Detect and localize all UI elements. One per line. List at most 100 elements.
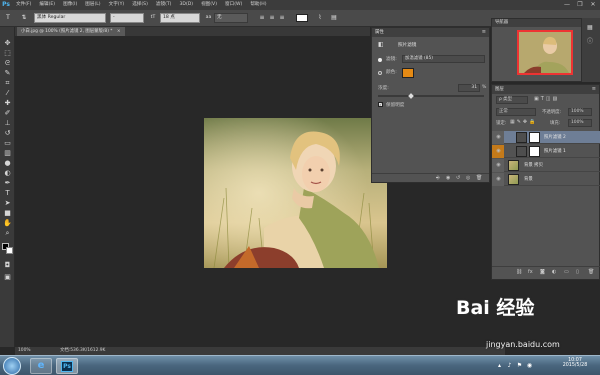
tray-volume-icon[interactable]: ♪ — [506, 362, 513, 369]
tray-network-icon[interactable]: ▴ — [496, 362, 503, 369]
layer-row[interactable]: ◉ 背景 拷贝 — [492, 159, 600, 172]
color-radio[interactable] — [378, 71, 382, 75]
blend-mode-select[interactable]: 正常 — [496, 108, 536, 116]
density-input[interactable]: 31 — [458, 84, 480, 92]
lasso-tool-icon[interactable]: ᘓ — [2, 59, 13, 68]
align-left-icon[interactable]: ≡ — [258, 14, 266, 22]
clock[interactable]: 10:07 2015/5/28 — [560, 358, 590, 368]
align-right-icon[interactable]: ≡ — [278, 14, 286, 22]
close-button[interactable]: ✕ — [588, 1, 598, 9]
density-slider-track[interactable] — [378, 95, 484, 97]
eye-icon[interactable]: ◉ — [495, 176, 502, 183]
filter-radio[interactable] — [378, 58, 382, 62]
filter-color-swatch[interactable] — [402, 68, 414, 78]
zoom-tool-icon[interactable]: ⌕ — [2, 229, 13, 238]
layer-style-icon[interactable]: fx — [528, 269, 533, 275]
eye-icon[interactable]: ◉ — [495, 162, 502, 169]
orientation-toggle-icon[interactable]: ⇅ — [20, 14, 28, 22]
blur-tool-icon[interactable]: ● — [2, 159, 13, 168]
filter-select[interactable]: 加温滤镜 (85) — [402, 55, 485, 63]
visibility-icon[interactable]: ◎ — [466, 175, 470, 181]
anti-alias-select[interactable]: 无 — [214, 13, 248, 23]
reset-icon[interactable]: ↺ — [456, 175, 460, 181]
add-mask-icon[interactable]: ◙ — [540, 269, 545, 275]
panel-menu-icon[interactable]: ≡ — [482, 29, 486, 35]
navigator-preview[interactable] — [517, 30, 573, 75]
eraser-tool-icon[interactable]: ▭ — [2, 139, 13, 148]
layer-visibility-cell[interactable]: ◉ — [492, 131, 504, 144]
new-group-icon[interactable]: ▭ — [564, 269, 569, 275]
text-color-swatch[interactable] — [296, 14, 308, 22]
font-family-select[interactable]: 黑体 Regular — [34, 13, 106, 23]
fill-input[interactable]: 100% — [568, 119, 592, 127]
view-previous-icon[interactable]: ◉ — [446, 175, 450, 181]
shape-tool-icon[interactable]: ■ — [2, 209, 13, 218]
opacity-input[interactable]: 100% — [568, 108, 592, 116]
properties-tab[interactable]: 属性 — [375, 28, 384, 37]
menu-item[interactable]: 图层(L) — [81, 0, 104, 10]
layer-visibility-cell[interactable]: ◉ — [492, 145, 504, 158]
density-slider-thumb[interactable] — [408, 93, 414, 99]
layers-menu-icon[interactable]: ≡ — [592, 86, 596, 92]
eye-icon[interactable]: ◉ — [495, 134, 502, 141]
history-brush-tool-icon[interactable]: ↺ — [2, 129, 13, 138]
menu-item[interactable]: 文件(F) — [12, 0, 35, 10]
layer-visibility-cell[interactable]: ◉ — [492, 159, 504, 172]
navigator-tab[interactable]: 导航器 — [495, 19, 508, 27]
document-tab-close-icon[interactable]: × — [117, 29, 121, 34]
font-size-select[interactable]: 18 点 — [160, 13, 200, 23]
delete-icon[interactable]: 🗑 — [476, 175, 482, 181]
path-select-tool-icon[interactable]: ➤ — [2, 199, 13, 208]
gradient-tool-icon[interactable]: ▥ — [2, 149, 13, 158]
marquee-tool-icon[interactable]: ⬚ — [2, 49, 13, 58]
layer-filter-icons[interactable]: ▣T◫▨ — [534, 96, 559, 102]
restore-button[interactable]: ❐ — [575, 1, 585, 9]
layer-visibility-cell[interactable]: ◉ — [492, 173, 504, 186]
menu-item[interactable]: 选择(S) — [128, 0, 152, 10]
new-layer-icon[interactable]: ▯ — [576, 269, 579, 275]
layer-row[interactable]: ◉ 背景 — [492, 173, 600, 186]
taskbar-ie-button[interactable]: e — [30, 358, 52, 374]
type-tool-icon[interactable]: T — [4, 14, 12, 22]
hand-tool-icon[interactable]: ✋ — [2, 219, 13, 228]
tray-flag-icon[interactable]: ⚑ — [516, 362, 523, 369]
preserve-luminosity-checkbox[interactable]: ✓ — [378, 102, 383, 107]
pen-tool-icon[interactable]: ✒ — [2, 179, 13, 188]
layer-row[interactable]: ◉ 照片滤镜 2 — [492, 131, 600, 144]
menu-item[interactable]: 滤镜(T) — [152, 0, 176, 10]
align-center-icon[interactable]: ≡ — [268, 14, 276, 22]
clone-stamp-tool-icon[interactable]: ⊥ — [2, 119, 13, 128]
layers-tab[interactable]: 图层 — [495, 85, 504, 94]
menu-item[interactable]: 图像(I) — [59, 0, 81, 10]
menu-item[interactable]: 窗口(W) — [221, 0, 246, 10]
layer-mask-thumbnail[interactable] — [529, 146, 540, 157]
menu-item[interactable]: 3D(D) — [175, 0, 197, 10]
lock-icons[interactable]: ▦✎✥🔒 — [510, 119, 537, 125]
document-info[interactable]: 文档:536.3K/1612.9K — [60, 347, 105, 355]
clip-to-layer-icon[interactable]: ⎆ — [436, 175, 440, 181]
background-color-swatch[interactable] — [6, 247, 13, 254]
start-button[interactable] — [3, 357, 21, 375]
layer-mask-thumbnail[interactable] — [529, 132, 540, 143]
menu-item[interactable]: 视图(V) — [197, 0, 221, 10]
layer-row[interactable]: ◉ 照片滤镜 1 — [492, 145, 600, 158]
menu-item[interactable]: 编辑(E) — [35, 0, 59, 10]
link-layers-icon[interactable]: ⛓ — [516, 269, 522, 275]
document-canvas-photo[interactable] — [204, 118, 387, 268]
zoom-level[interactable]: 100% — [18, 347, 31, 355]
menu-item[interactable]: 文字(Y) — [105, 0, 129, 10]
crop-tool-icon[interactable]: ⌗ — [2, 79, 13, 88]
dock-icon-histogram[interactable]: ▦ — [587, 24, 593, 31]
screen-mode-icon[interactable]: ▣ — [2, 273, 13, 282]
tray-app-icon[interactable]: ◉ — [526, 362, 533, 369]
adjustment-layer-icon[interactable]: ◐ — [552, 269, 556, 275]
type-tool-icon[interactable]: T — [2, 189, 13, 198]
move-tool-icon[interactable]: ✥ — [2, 39, 13, 48]
eye-icon[interactable]: ◉ — [495, 148, 502, 155]
quick-mask-icon[interactable]: ◘ — [2, 261, 13, 270]
healing-brush-tool-icon[interactable]: ✚ — [2, 99, 13, 108]
dock-icon-info[interactable]: ⓘ — [587, 36, 593, 45]
brush-tool-icon[interactable]: ✐ — [2, 109, 13, 118]
font-style-select[interactable]: - — [110, 13, 144, 23]
minimize-button[interactable]: — — [562, 1, 572, 9]
